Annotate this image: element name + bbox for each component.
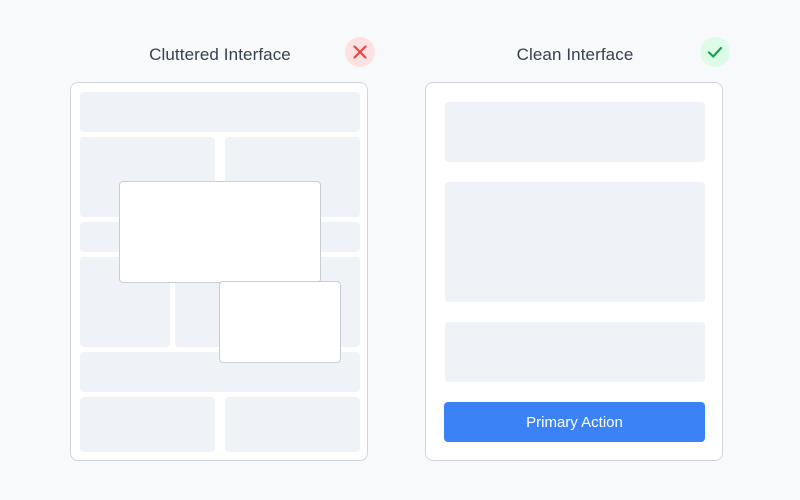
cluttered-header-block xyxy=(80,92,360,132)
clean-content-block xyxy=(445,182,705,302)
cluttered-title: Cluttered Interface xyxy=(149,45,291,64)
overlapping-popup xyxy=(219,281,341,363)
cluttered-block xyxy=(225,397,360,452)
x-icon xyxy=(345,37,375,67)
clean-title: Clean Interface xyxy=(516,45,634,64)
check-icon xyxy=(700,37,730,67)
clean-header-block xyxy=(445,102,705,162)
primary-action-button[interactable]: Primary Action xyxy=(444,402,705,442)
cluttered-block xyxy=(80,397,215,452)
clean-footer-block xyxy=(445,322,705,382)
overlapping-popup xyxy=(119,181,321,283)
